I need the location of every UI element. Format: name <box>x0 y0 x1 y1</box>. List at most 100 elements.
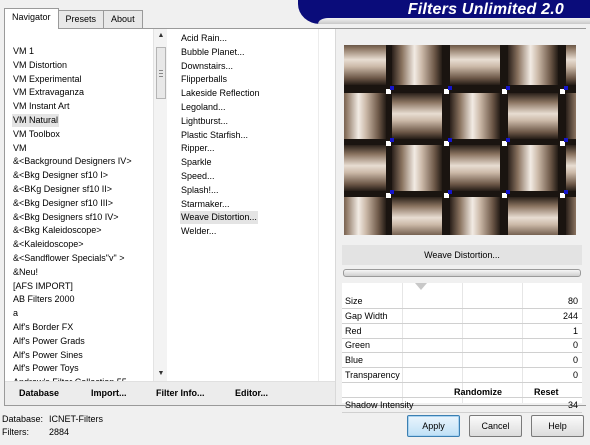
category-item[interactable]: [AFS IMPORT] <box>12 280 74 293</box>
filter-item[interactable]: Bubble Planet... <box>180 46 246 59</box>
weave-tile <box>344 145 386 191</box>
filter-item[interactable]: Flipperballs <box>180 73 228 86</box>
editor-button[interactable]: Editor... <box>235 388 268 398</box>
weave-dot <box>564 86 568 90</box>
param-row[interactable]: Green 0 <box>342 338 582 354</box>
scroll-up-arrow-icon[interactable]: ▲ <box>154 29 168 43</box>
import-button[interactable]: Import... <box>91 388 127 398</box>
category-item[interactable]: VM Extravaganza <box>12 86 85 99</box>
weave-tile <box>566 145 576 191</box>
filter-item[interactable]: Splash!... <box>180 184 220 197</box>
weave-tile <box>344 197 386 235</box>
category-item[interactable]: Alf's Power Toys <box>12 362 80 375</box>
param-name: Gap Width <box>345 310 388 321</box>
filter-name-button[interactable]: Weave Distortion... <box>342 245 582 265</box>
param-name: Transparency <box>345 370 400 380</box>
reset-button[interactable]: Reset <box>534 387 559 397</box>
weave-dot <box>390 86 394 90</box>
filter-item[interactable]: Starmaker... <box>180 198 231 211</box>
scroll-down-arrow-icon[interactable]: ▼ <box>154 367 168 381</box>
tab-about[interactable]: About <box>103 10 143 28</box>
category-item[interactable]: VM Distortion <box>12 59 68 72</box>
category-item[interactable]: Alf's Border FX <box>12 321 74 334</box>
filter-item[interactable]: Speed... <box>180 170 216 183</box>
filter-item[interactable]: Weave Distortion... <box>180 211 258 225</box>
category-item[interactable]: AB Filters 2000 <box>12 293 76 306</box>
param-value: 0 <box>572 340 578 351</box>
param-name: Blue <box>345 355 364 366</box>
filter-list[interactable]: Acid Rain... Bubble Planet... Downstairs..… <box>168 29 318 381</box>
cancel-button[interactable]: Cancel <box>469 415 522 437</box>
title-banner: Filters Unlimited 2.0 <box>298 0 590 24</box>
weave-tile <box>450 197 500 235</box>
tab-navigator[interactable]: Navigator <box>4 8 59 29</box>
category-item[interactable]: &<Background Designers IV> <box>12 155 133 168</box>
apply-button[interactable]: Apply <box>407 415 460 437</box>
weave-tile <box>566 197 576 235</box>
param-row[interactable]: Gap Width 244 <box>342 309 582 324</box>
filter-info-button[interactable]: Filter Info... <box>156 388 205 398</box>
filter-item[interactable]: Plastic Starfish... <box>180 129 249 142</box>
category-item[interactable]: &<BKg Designer sf10 II> <box>12 183 113 196</box>
progress-bar <box>343 269 581 277</box>
navigator-panel: VM 1 VM Distortion VM Experimental VM Extra… <box>4 28 586 413</box>
weave-tile <box>392 93 442 139</box>
param-row[interactable]: Size 80 <box>342 294 582 309</box>
weave-dot <box>390 190 394 194</box>
category-item[interactable]: Alf's Power Sines <box>12 349 84 362</box>
param-name: Size <box>345 296 363 306</box>
randomize-button[interactable]: Randomize <box>454 387 502 397</box>
category-item[interactable]: VM Experimental <box>12 73 83 86</box>
filter-item[interactable]: Legoland... <box>180 101 227 114</box>
param-name: Red <box>345 325 362 336</box>
category-item[interactable]: &<Bkg Designer sf10 I> <box>12 169 109 182</box>
filter-scrollbar <box>318 29 334 381</box>
weave-tile <box>450 45 500 85</box>
category-item[interactable]: &<Bkg Kaleidoscope> <box>12 224 103 237</box>
category-item[interactable]: VM <box>12 142 28 155</box>
help-button[interactable]: Help <box>531 415 584 437</box>
weave-dot <box>506 138 510 142</box>
grip-line <box>159 70 163 71</box>
slider-marker-icon <box>415 283 427 290</box>
category-list[interactable]: VM 1 VM Distortion VM Experimental VM Extra… <box>5 29 153 381</box>
filter-item[interactable]: Lakeside Reflection <box>180 87 261 100</box>
weave-tile <box>392 197 442 235</box>
weave-tile <box>344 93 386 139</box>
category-item[interactable]: &<Sandflower Specials"v" > <box>12 252 125 265</box>
category-item[interactable]: Alf's Power Grads <box>12 335 86 348</box>
category-item[interactable]: VM Instant Art <box>12 100 71 113</box>
weave-tile <box>508 93 558 139</box>
category-item[interactable]: &<Kaleidoscope> <box>12 238 85 251</box>
category-item[interactable]: &<Bkg Designer sf10 III> <box>12 197 114 210</box>
database-button[interactable]: Database <box>19 388 59 398</box>
category-panel: VM 1 VM Distortion VM Experimental VM Extra… <box>5 29 168 381</box>
param-track <box>342 411 582 413</box>
weave-dot <box>448 86 452 90</box>
category-item[interactable]: &<Bkg Designers sf10 IV> <box>12 211 120 224</box>
category-item[interactable]: VM 1 <box>12 45 35 58</box>
category-item[interactable]: &Neu! <box>12 266 39 279</box>
grip-line <box>159 76 163 77</box>
weave-tile <box>508 45 558 85</box>
param-row[interactable]: Red 1 <box>342 324 582 339</box>
category-scrollbar[interactable]: ▲ ▼ <box>153 29 167 381</box>
filter-item[interactable]: Lightburst... <box>180 115 229 128</box>
param-value: 0 <box>572 355 578 366</box>
filters-count: 2884 <box>49 427 70 437</box>
weave-dot <box>564 138 568 142</box>
param-row[interactable]: Blue 0 <box>342 353 582 369</box>
category-item[interactable]: VM Natural <box>12 114 60 127</box>
filter-item[interactable]: Downstairs... <box>180 60 234 73</box>
filter-item[interactable]: Welder... <box>180 225 217 238</box>
filter-item[interactable]: Acid Rain... <box>180 32 228 45</box>
category-item[interactable]: VM Toolbox <box>12 128 61 141</box>
scroll-thumb[interactable] <box>156 47 166 99</box>
tab-presets[interactable]: Presets <box>57 10 105 28</box>
weave-tile <box>450 93 500 139</box>
grip-line <box>159 73 163 74</box>
filter-item[interactable]: Ripper... <box>180 142 216 155</box>
filter-item[interactable]: Sparkle <box>180 156 213 169</box>
category-item[interactable]: a <box>12 307 19 320</box>
weave-dot <box>390 138 394 142</box>
